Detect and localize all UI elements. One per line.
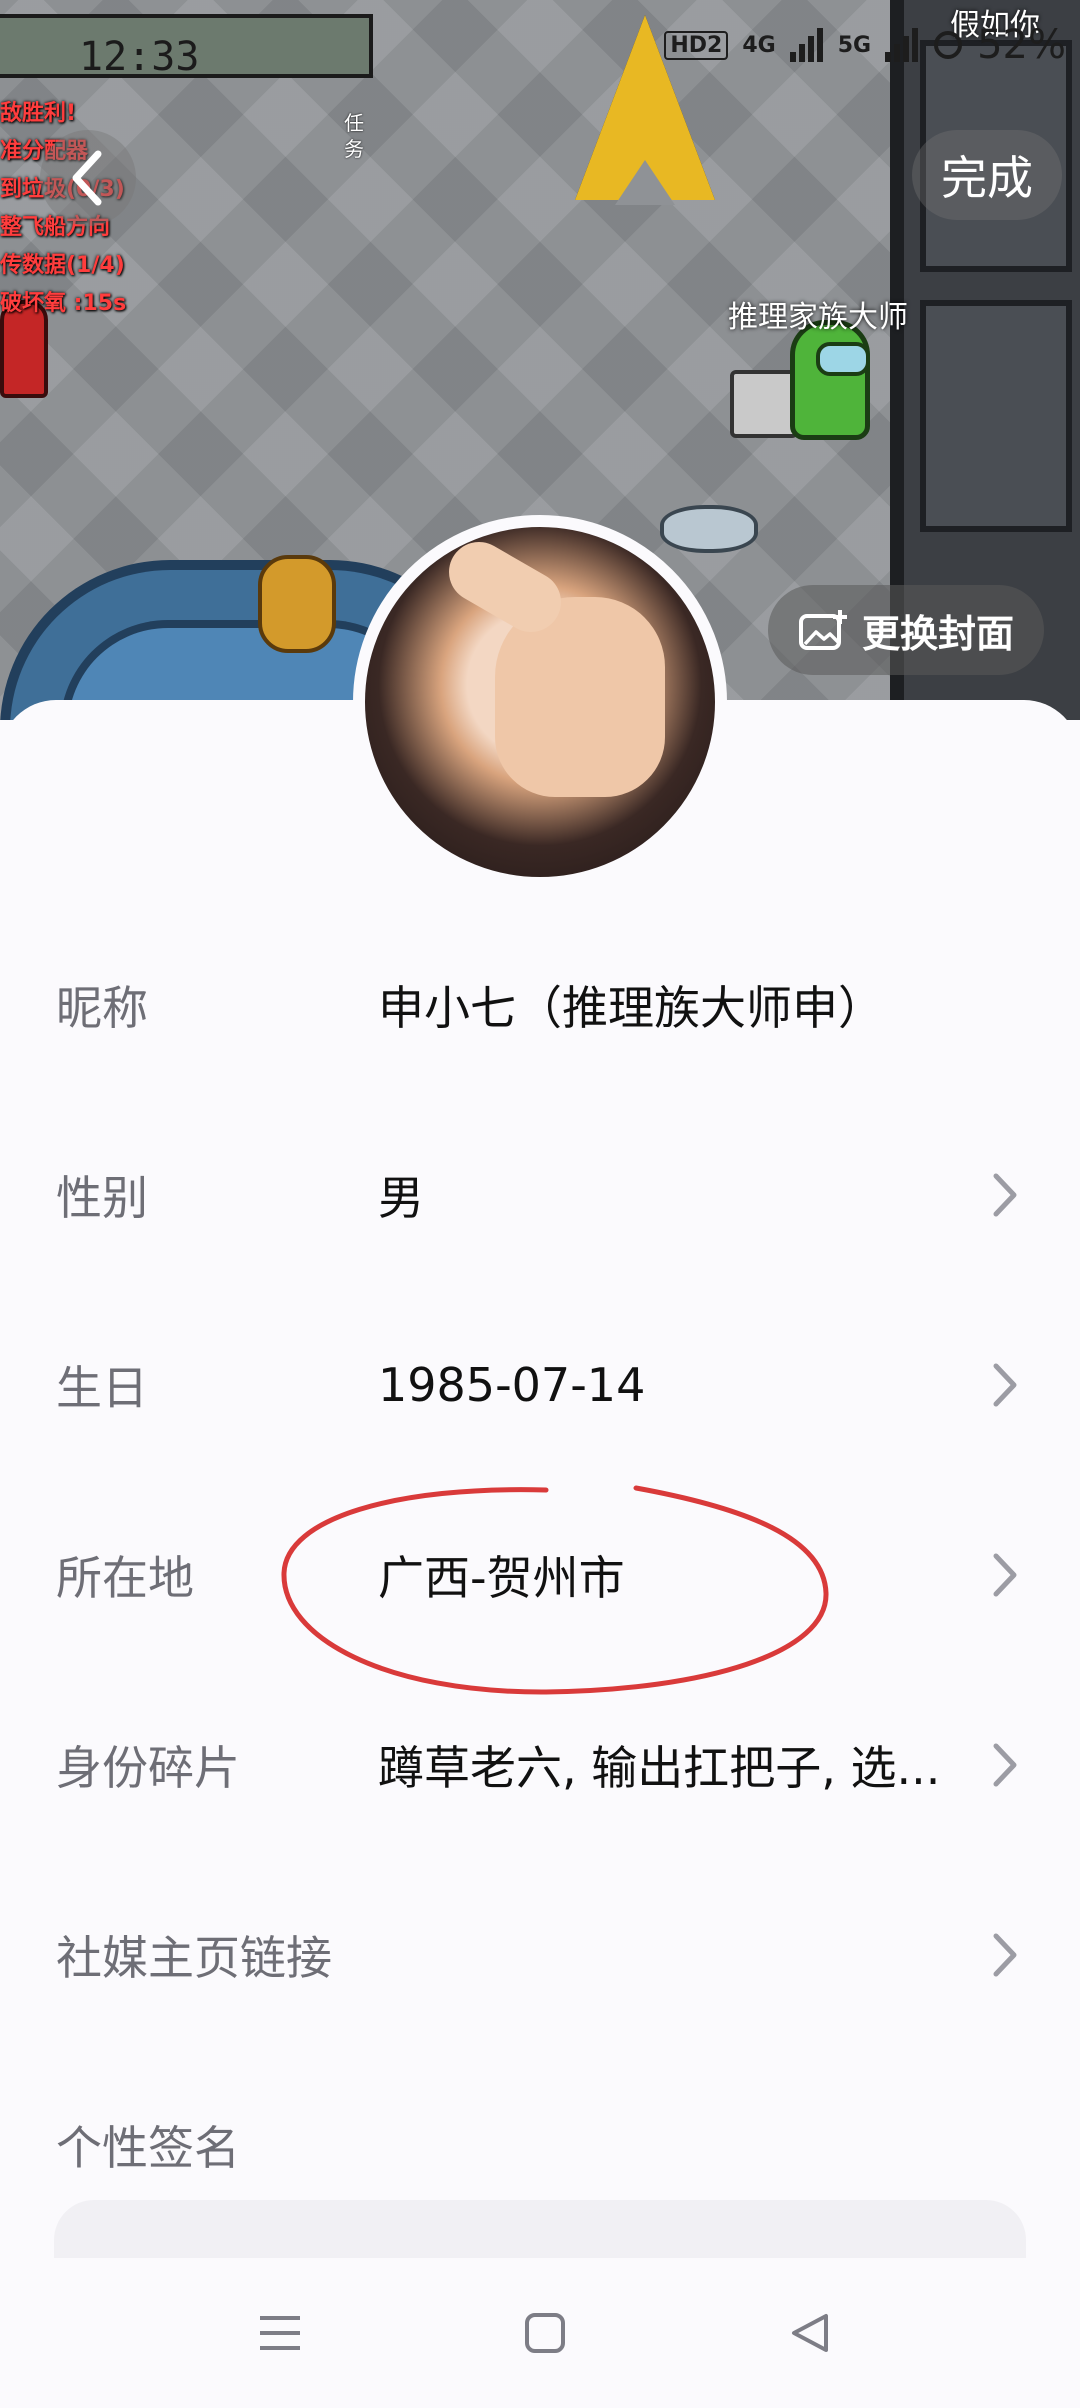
row-label: 昵称 [56,981,148,1035]
task-arrow-notch [615,160,675,205]
change-cover-label: 更换封面 [861,611,1014,656]
network-5g: 5G [837,32,872,58]
signal-icon [885,28,919,62]
crewmate-visor [816,342,870,376]
chevron-right-icon [993,1553,1017,1597]
birthday-value: 1985-07-14 [378,1358,646,1412]
gender-value: 男 [378,1171,424,1225]
profile-row-social-link[interactable]: 社媒主页链接 [0,1860,1080,2050]
profile-row-identity[interactable]: 身份碎片 蹲草老六, 输出扛把子, 选... [0,1670,1080,1860]
network-4g: 4G [742,32,776,58]
home-button[interactable] [515,2303,575,2363]
done-label: 完成 [941,151,1033,205]
row-label: 身份碎片 [56,1741,240,1795]
chevron-right-icon [993,1363,1017,1407]
task-label: 任务 [344,111,364,161]
square-home-icon [525,2313,565,2353]
menu-icon [260,2316,300,2350]
menu-button[interactable] [250,2303,310,2363]
image-add-icon [798,610,847,650]
signal-icon [789,28,823,62]
ingame-player-name: 推理家族大师 [728,300,908,335]
game-timer-box: 12:33 [0,14,373,80]
ufo-icon [660,505,758,553]
triangle-back-icon [792,2314,828,2352]
pet-monster [258,555,336,653]
avatar[interactable] [353,515,727,889]
row-label: 社媒主页链接 [56,1931,332,1985]
crewmate-body [790,320,870,440]
status-bar: HD2 4G 5G 52% [664,22,1066,68]
task-item: 破坏氧 :15s [0,291,127,316]
row-label: 生日 [56,1361,148,1415]
chevron-left-icon [72,150,102,206]
row-label: 所在地 [56,1551,194,1605]
hd-badge: HD2 [664,30,729,60]
nav-back-button[interactable] [780,2303,840,2363]
change-cover-button[interactable]: 更换封面 [768,585,1044,675]
chevron-right-icon [993,1743,1017,1787]
cover-wall-panel [920,300,1072,532]
game-timer: 12:33 [79,34,200,80]
system-nav-bar [0,2258,1080,2408]
nickname-value: 申小七（推理族大师申） [378,981,884,1035]
signature-label: 个性签名 [56,2121,240,2175]
identity-value: 蹲草老六, 输出扛把子, 选... [378,1741,941,1795]
done-button[interactable]: 完成 [912,130,1062,220]
task-item: 传数据(1/4) [0,253,125,278]
task-item: 敌胜利! [0,101,77,126]
back-button[interactable] [40,130,136,226]
crewmate-backpack [730,370,798,438]
chevron-right-icon [993,1933,1017,1977]
profile-row-birthday[interactable]: 生日 1985-07-14 [0,1290,1080,1480]
battery-icon [934,31,963,59]
battery-level: 52% [977,22,1066,68]
row-label: 性别 [56,1171,148,1225]
chevron-right-icon [993,1173,1017,1217]
profile-row-gender[interactable]: 性别 男 [0,1100,1080,1290]
profile-row-nickname[interactable]: 昵称 申小七（推理族大师申） [0,910,1080,1100]
